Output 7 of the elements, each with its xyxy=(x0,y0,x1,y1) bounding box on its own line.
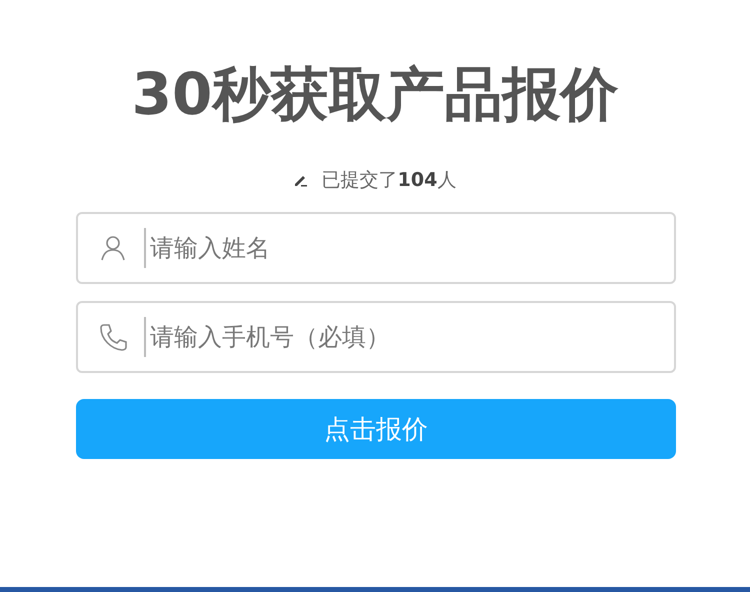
submit-button[interactable]: 点击报价 xyxy=(76,399,676,459)
person-icon xyxy=(99,234,127,262)
phone-icon xyxy=(98,322,128,352)
name-field[interactable]: 请输入姓名 xyxy=(76,212,676,284)
page-title: 30秒获取产品报价 xyxy=(130,59,620,130)
pencil-icon xyxy=(294,173,308,187)
phone-field[interactable]: 请输入手机号（必填） xyxy=(76,301,676,373)
